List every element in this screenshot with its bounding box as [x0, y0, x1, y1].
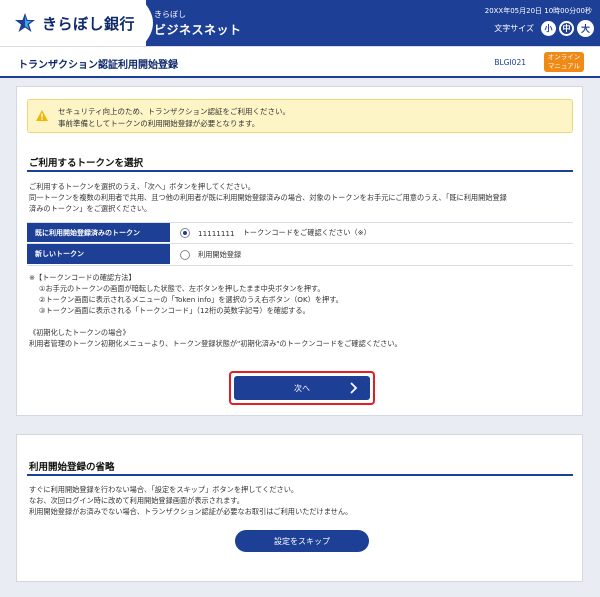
next-button[interactable]: 次へ: [234, 376, 370, 400]
section-title-select-token: ご利用するトークンを選択: [29, 158, 144, 169]
skip-desc-1: すぐに利用開始登録を行わない場合、「設定をスキップ」ボタンを押してください。: [29, 485, 299, 494]
select-desc-1: ご利用するトークンを選択のうえ、「次へ」ボタンを押してください。: [29, 182, 255, 191]
service-title: ビジネスネット: [154, 23, 242, 37]
app-header: きらぼし銀行 きらぼし ビジネスネット 20XX年05月20日 10時00分00…: [0, 0, 600, 46]
skip-registration-card: 利用開始登録の省略 すぐに利用開始登録を行わない場合、「設定をスキップ」ボタンを…: [16, 434, 583, 582]
security-notice: セキュリティ向上のため、トランザクション認証をご利用ください。 事前準備としてト…: [27, 99, 573, 133]
service-band: きらぼし ビジネスネット 20XX年05月20日 10時00分00秒 文字サイズ…: [142, 0, 600, 46]
notice-text-2: 事前準備としてトークンの利用開始登録が必要となります。: [58, 119, 260, 128]
skip-setting-button[interactable]: 設定をスキップ: [235, 530, 369, 552]
note-title: ※【トークンコードの確認方法】: [29, 273, 136, 282]
font-size-medium-button[interactable]: 中: [559, 21, 574, 36]
screen-id: BLGI021: [494, 58, 526, 67]
service-sub-title: きらぼし: [154, 10, 186, 19]
token-code-hint: トークンコードをご確認ください（※）: [242, 228, 371, 237]
page-title-bar: トランザクション認証利用開始登録 BLGI021 オンライン マニュアル: [0, 46, 600, 78]
next-button-label: 次へ: [294, 383, 310, 393]
skip-desc-2: なお、次回ログイン時に改めて利用開始登録画面が表示されます。: [29, 496, 244, 505]
token-table: 既に利用開始登録済みのトークン 11111111 トークンコードをご確認ください…: [27, 222, 573, 266]
select-desc-2: 同一トークンを複数の利用者で共用、且つ他の利用者が既に利用開始登録済みの場合、対…: [29, 193, 507, 202]
online-manual-button[interactable]: オンライン マニュアル: [544, 52, 584, 72]
new-token-option-label: 利用開始登録: [198, 249, 242, 259]
manual-label-line1: オンライン: [547, 53, 581, 61]
next-button-highlight: 次へ: [229, 371, 375, 405]
section-divider: [27, 170, 573, 172]
section-title-skip: 利用開始登録の省略: [29, 462, 115, 473]
note-step-3: ③トークン画面に表示される「トークンコード」（12桁の英数字記号）を確認する。: [39, 306, 310, 315]
token-select-card: セキュリティ向上のため、トランザクション認証をご利用ください。 事前準備としてト…: [16, 86, 583, 416]
radio-registered-token[interactable]: [180, 228, 190, 238]
token-row-label: 既に利用開始登録済みのトークン: [27, 223, 170, 243]
bank-logo: きらぼし銀行: [0, 0, 146, 46]
chevron-right-icon: [350, 382, 358, 394]
page-title: トランザクション認証利用開始登録: [18, 60, 178, 71]
section-divider: [27, 474, 573, 476]
skip-button-label: 設定をスキップ: [274, 536, 330, 546]
font-size-label: 文字サイズ: [494, 24, 534, 33]
token-row-new[interactable]: 新しいトークン 利用開始登録: [27, 244, 573, 266]
font-size-large-button[interactable]: 大: [577, 20, 594, 37]
init-note-title: 《初期化したトークンの場合》: [29, 328, 130, 337]
radio-new-token[interactable]: [180, 249, 190, 260]
star-logo-icon: [14, 12, 36, 34]
note-step-2: ②トークン画面に表示されるメニューの「Token info」を選択のうえ右ボタン…: [39, 295, 343, 304]
token-row-label: 新しいトークン: [27, 244, 170, 265]
skip-desc-3: 利用開始登録がお済みでない場合、トランザクション認証が必要なお取引はご利用いただ…: [29, 507, 353, 516]
init-note-text: 利用者管理のトークン初期化メニューより、トークン登録状態が"初期化済み"のトーク…: [29, 339, 402, 348]
token-row-registered[interactable]: 既に利用開始登録済みのトークン 11111111 トークンコードをご確認ください…: [27, 222, 573, 244]
note-step-1: ①お手元のトークンの画面が暗転した状態で、左ボタンを押したまま中央ボタンを押す。: [39, 284, 325, 293]
font-size-switcher: 文字サイズ 小 中 大: [494, 20, 594, 37]
manual-label-line2: マニュアル: [547, 62, 581, 70]
token-code: 11111111: [198, 228, 235, 238]
font-size-small-button[interactable]: 小: [541, 21, 556, 36]
login-datetime: 20XX年05月20日 10時00分00秒: [484, 7, 592, 15]
notice-text-1: セキュリティ向上のため、トランザクション認証をご利用ください。: [58, 107, 291, 116]
warning-icon: [36, 110, 48, 121]
select-desc-3: 済みのトークン」をご選択ください。: [29, 204, 152, 213]
bank-name: きらぼし銀行: [42, 14, 136, 33]
